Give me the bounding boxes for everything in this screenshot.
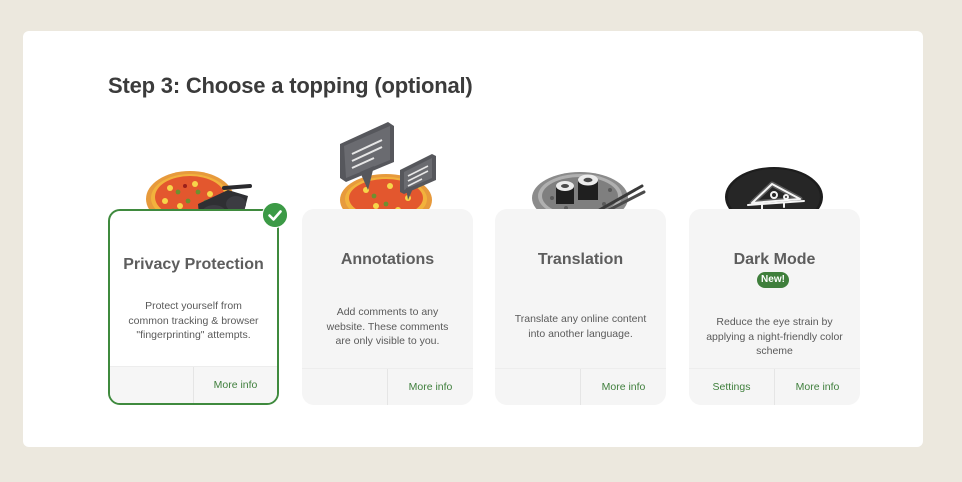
card-annotations[interactable]: Annotations Add comments to any website.…	[302, 209, 473, 405]
settings-link[interactable]: Settings	[689, 369, 774, 405]
card-title: Translation	[537, 251, 624, 268]
card-description: Reduce the eye strain by applying a nigh…	[706, 316, 843, 357]
card-description: Add comments to any website. These comme…	[326, 306, 449, 347]
footer-empty-cell	[302, 369, 387, 405]
card-title: Annotations	[340, 251, 435, 268]
card-footer: More info	[302, 368, 473, 405]
card-privacy-protection[interactable]: Privacy Protection Protect yourself from…	[108, 209, 279, 405]
card-title: Dark Mode	[733, 251, 816, 268]
card-description: Protect yourself from common tracking & …	[128, 300, 259, 341]
card-dark-mode[interactable]: Dark Mode New! Reduce the eye strain by …	[689, 209, 860, 405]
card-translation[interactable]: Translation Translate any online content…	[495, 209, 666, 405]
card-footer: More info	[110, 366, 277, 403]
more-info-link[interactable]: More info	[774, 369, 860, 405]
step-title: Step 3: Choose a topping (optional)	[108, 73, 473, 98]
card-description: Translate any online content into anothe…	[514, 313, 647, 340]
footer-empty-cell	[495, 369, 580, 405]
more-info-link[interactable]: More info	[580, 369, 666, 405]
more-info-link[interactable]: More info	[193, 367, 277, 403]
footer-empty-cell	[110, 367, 193, 403]
card-footer: More info	[495, 368, 666, 405]
more-info-link[interactable]: More info	[387, 369, 473, 405]
card-title: Privacy Protection	[123, 256, 264, 273]
card-footer: Settings More info	[689, 368, 860, 405]
new-badge: New!	[757, 272, 789, 288]
checkmark-icon	[262, 202, 288, 228]
